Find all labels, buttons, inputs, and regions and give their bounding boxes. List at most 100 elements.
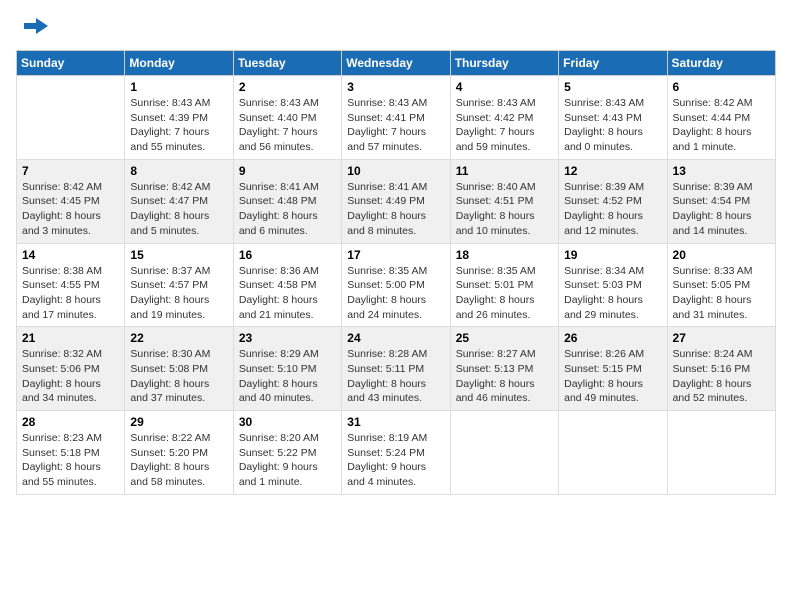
day-number: 17 bbox=[347, 248, 444, 262]
day-number: 26 bbox=[564, 331, 661, 345]
day-info: Sunrise: 8:43 AM Sunset: 4:41 PM Dayligh… bbox=[347, 96, 444, 155]
calendar-cell: 13 Sunrise: 8:39 AM Sunset: 4:54 PM Dayli… bbox=[667, 159, 775, 243]
day-number: 25 bbox=[456, 331, 553, 345]
calendar-cell bbox=[559, 411, 667, 495]
day-number: 8 bbox=[130, 164, 227, 178]
day-info: Sunrise: 8:35 AM Sunset: 5:00 PM Dayligh… bbox=[347, 264, 444, 323]
calendar-cell: 11 Sunrise: 8:40 AM Sunset: 4:51 PM Dayli… bbox=[450, 159, 558, 243]
calendar-cell: 22Sunrise: 8:30 AM Sunset: 5:08 PM Dayli… bbox=[125, 327, 233, 411]
calendar-cell: 3 Sunrise: 8:43 AM Sunset: 4:41 PM Daylig… bbox=[342, 76, 450, 160]
day-number: 2 bbox=[239, 80, 336, 94]
calendar-cell: 2 Sunrise: 8:43 AM Sunset: 4:40 PM Daylig… bbox=[233, 76, 341, 160]
day-number: 14 bbox=[22, 248, 119, 262]
calendar-cell: 31 Sunrise: 8:19 AM Sunset: 5:24 PM Dayli… bbox=[342, 411, 450, 495]
day-info: Sunrise: 8:43 AM Sunset: 4:42 PM Dayligh… bbox=[456, 96, 553, 155]
day-info: Sunrise: 8:39 AM Sunset: 4:52 PM Dayligh… bbox=[564, 180, 661, 239]
calendar-cell: 29 Sunrise: 8:22 AM Sunset: 5:20 PM Dayli… bbox=[125, 411, 233, 495]
day-info: Sunrise: 8:34 AM Sunset: 5:03 PM Dayligh… bbox=[564, 264, 661, 323]
day-info: Sunrise: 8:38 AM Sunset: 4:55 PM Dayligh… bbox=[22, 264, 119, 323]
day-info: Sunrise: 8:23 AM Sunset: 5:18 PM Dayligh… bbox=[22, 431, 119, 490]
day-number: 12 bbox=[564, 164, 661, 178]
day-info: Sunrise: 8:36 AM Sunset: 4:58 PM Dayligh… bbox=[239, 264, 336, 323]
day-info: Sunrise: 8:43 AM Sunset: 4:43 PM Dayligh… bbox=[564, 96, 661, 155]
day-info: Sunrise: 8:19 AM Sunset: 5:24 PM Dayligh… bbox=[347, 431, 444, 490]
calendar-cell: 20Sunrise: 8:33 AM Sunset: 5:05 PM Dayli… bbox=[667, 243, 775, 327]
day-number: 31 bbox=[347, 415, 444, 429]
calendar-week-row: 14 Sunrise: 8:38 AM Sunset: 4:55 PM Dayli… bbox=[17, 243, 776, 327]
day-info: Sunrise: 8:33 AM Sunset: 5:05 PM Dayligh… bbox=[673, 264, 770, 323]
calendar-cell: 8Sunrise: 8:42 AM Sunset: 4:47 PM Daylig… bbox=[125, 159, 233, 243]
day-number: 3 bbox=[347, 80, 444, 94]
calendar-cell: 7 Sunrise: 8:42 AM Sunset: 4:45 PM Daylig… bbox=[17, 159, 125, 243]
day-info: Sunrise: 8:40 AM Sunset: 4:51 PM Dayligh… bbox=[456, 180, 553, 239]
day-info: Sunrise: 8:41 AM Sunset: 4:48 PM Dayligh… bbox=[239, 180, 336, 239]
calendar-header-thursday: Thursday bbox=[450, 51, 558, 76]
calendar-header-saturday: Saturday bbox=[667, 51, 775, 76]
calendar-cell: 6 Sunrise: 8:42 AM Sunset: 4:44 PM Daylig… bbox=[667, 76, 775, 160]
day-info: Sunrise: 8:39 AM Sunset: 4:54 PM Dayligh… bbox=[673, 180, 770, 239]
day-number: 28 bbox=[22, 415, 119, 429]
calendar-cell: 17 Sunrise: 8:35 AM Sunset: 5:00 PM Dayli… bbox=[342, 243, 450, 327]
calendar-cell bbox=[667, 411, 775, 495]
day-number: 11 bbox=[456, 164, 553, 178]
calendar-cell: 5Sunrise: 8:43 AM Sunset: 4:43 PM Daylig… bbox=[559, 76, 667, 160]
calendar-header-row: SundayMondayTuesdayWednesdayThursdayFrid… bbox=[17, 51, 776, 76]
calendar-cell: 1 Sunrise: 8:43 AM Sunset: 4:39 PM Daylig… bbox=[125, 76, 233, 160]
day-info: Sunrise: 8:28 AM Sunset: 5:11 PM Dayligh… bbox=[347, 347, 444, 406]
calendar-week-row: 28 Sunrise: 8:23 AM Sunset: 5:18 PM Dayli… bbox=[17, 411, 776, 495]
calendar-header-wednesday: Wednesday bbox=[342, 51, 450, 76]
day-number: 13 bbox=[673, 164, 770, 178]
day-info: Sunrise: 8:22 AM Sunset: 5:20 PM Dayligh… bbox=[130, 431, 227, 490]
day-number: 1 bbox=[130, 80, 227, 94]
day-info: Sunrise: 8:20 AM Sunset: 5:22 PM Dayligh… bbox=[239, 431, 336, 490]
day-info: Sunrise: 8:43 AM Sunset: 4:40 PM Dayligh… bbox=[239, 96, 336, 155]
day-info: Sunrise: 8:42 AM Sunset: 4:45 PM Dayligh… bbox=[22, 180, 119, 239]
day-info: Sunrise: 8:26 AM Sunset: 5:15 PM Dayligh… bbox=[564, 347, 661, 406]
day-info: Sunrise: 8:29 AM Sunset: 5:10 PM Dayligh… bbox=[239, 347, 336, 406]
page-header bbox=[16, 16, 776, 40]
day-number: 15 bbox=[130, 248, 227, 262]
calendar-header-sunday: Sunday bbox=[17, 51, 125, 76]
day-info: Sunrise: 8:24 AM Sunset: 5:16 PM Dayligh… bbox=[673, 347, 770, 406]
day-number: 21 bbox=[22, 331, 119, 345]
calendar-cell bbox=[17, 76, 125, 160]
calendar-cell bbox=[450, 411, 558, 495]
calendar-cell: 30 Sunrise: 8:20 AM Sunset: 5:22 PM Dayli… bbox=[233, 411, 341, 495]
calendar-cell: 19 Sunrise: 8:34 AM Sunset: 5:03 PM Dayli… bbox=[559, 243, 667, 327]
day-number: 10 bbox=[347, 164, 444, 178]
day-number: 16 bbox=[239, 248, 336, 262]
calendar-cell: 27Sunrise: 8:24 AM Sunset: 5:16 PM Dayli… bbox=[667, 327, 775, 411]
calendar-header-tuesday: Tuesday bbox=[233, 51, 341, 76]
calendar-cell: 10 Sunrise: 8:41 AM Sunset: 4:49 PM Dayli… bbox=[342, 159, 450, 243]
calendar-week-row: 21Sunrise: 8:32 AM Sunset: 5:06 PM Dayli… bbox=[17, 327, 776, 411]
calendar-header-friday: Friday bbox=[559, 51, 667, 76]
day-number: 24 bbox=[347, 331, 444, 345]
day-number: 23 bbox=[239, 331, 336, 345]
calendar-cell: 24 Sunrise: 8:28 AM Sunset: 5:11 PM Dayli… bbox=[342, 327, 450, 411]
calendar-week-row: 7 Sunrise: 8:42 AM Sunset: 4:45 PM Daylig… bbox=[17, 159, 776, 243]
day-number: 30 bbox=[239, 415, 336, 429]
day-info: Sunrise: 8:30 AM Sunset: 5:08 PM Dayligh… bbox=[130, 347, 227, 406]
calendar-header-monday: Monday bbox=[125, 51, 233, 76]
day-info: Sunrise: 8:43 AM Sunset: 4:39 PM Dayligh… bbox=[130, 96, 227, 155]
logo-icon bbox=[16, 16, 48, 40]
day-number: 19 bbox=[564, 248, 661, 262]
calendar-cell: 4 Sunrise: 8:43 AM Sunset: 4:42 PM Daylig… bbox=[450, 76, 558, 160]
calendar-cell: 16 Sunrise: 8:36 AM Sunset: 4:58 PM Dayli… bbox=[233, 243, 341, 327]
day-number: 6 bbox=[673, 80, 770, 94]
day-info: Sunrise: 8:35 AM Sunset: 5:01 PM Dayligh… bbox=[456, 264, 553, 323]
day-number: 4 bbox=[456, 80, 553, 94]
day-info: Sunrise: 8:42 AM Sunset: 4:44 PM Dayligh… bbox=[673, 96, 770, 155]
calendar-cell: 21Sunrise: 8:32 AM Sunset: 5:06 PM Dayli… bbox=[17, 327, 125, 411]
calendar-cell: 18Sunrise: 8:35 AM Sunset: 5:01 PM Dayli… bbox=[450, 243, 558, 327]
calendar-cell: 25Sunrise: 8:27 AM Sunset: 5:13 PM Dayli… bbox=[450, 327, 558, 411]
day-number: 9 bbox=[239, 164, 336, 178]
logo bbox=[16, 16, 52, 40]
day-number: 29 bbox=[130, 415, 227, 429]
calendar-cell: 9 Sunrise: 8:41 AM Sunset: 4:48 PM Daylig… bbox=[233, 159, 341, 243]
calendar-cell: 15Sunrise: 8:37 AM Sunset: 4:57 PM Dayli… bbox=[125, 243, 233, 327]
day-info: Sunrise: 8:41 AM Sunset: 4:49 PM Dayligh… bbox=[347, 180, 444, 239]
calendar-cell: 28 Sunrise: 8:23 AM Sunset: 5:18 PM Dayli… bbox=[17, 411, 125, 495]
calendar-cell: 26 Sunrise: 8:26 AM Sunset: 5:15 PM Dayli… bbox=[559, 327, 667, 411]
day-number: 7 bbox=[22, 164, 119, 178]
